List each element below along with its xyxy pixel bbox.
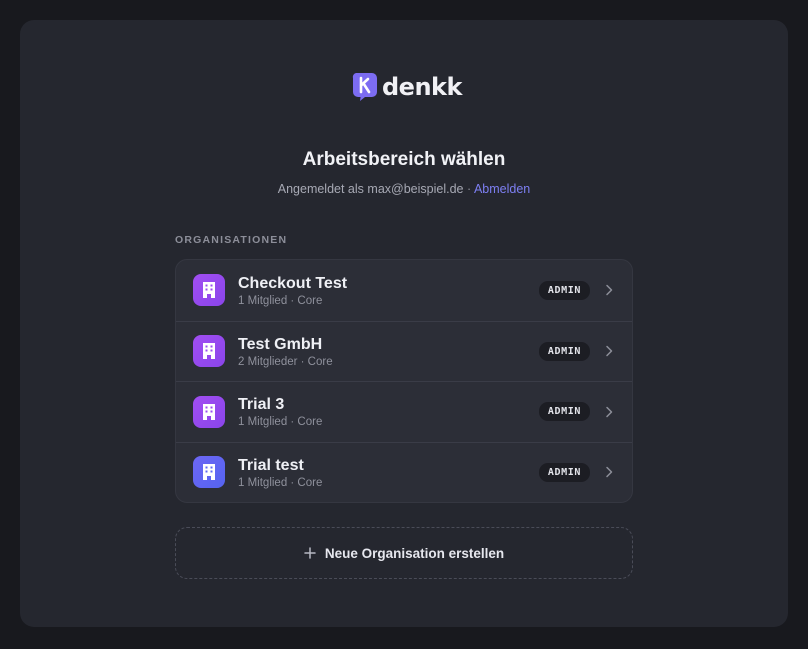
building-icon — [203, 343, 215, 360]
signed-in-info: Angemeldet als max@beispiel.de · Abmelde… — [20, 182, 788, 196]
signed-in-prefix: Angemeldet als — [277, 182, 364, 196]
brand-logo: denkk — [352, 72, 462, 102]
organization-avatar — [193, 456, 225, 489]
organization-row[interactable]: Test GmbH 2 Mitglieder · Core ADMIN — [176, 320, 632, 382]
separator: · — [466, 182, 472, 196]
organization-list: Checkout Test 1 Mitglied · Core ADMIN Te… — [175, 259, 633, 503]
organization-row[interactable]: Checkout Test 1 Mitglied · Core ADMIN — [176, 260, 632, 321]
organization-avatar — [193, 395, 225, 428]
role-badge: ADMIN — [538, 280, 590, 300]
organization-meta: 1 Mitglied · Core — [238, 476, 323, 489]
organization-name: Checkout Test — [238, 274, 348, 292]
section-label-organizations: ORGANISATIONEN — [175, 234, 288, 246]
page-title: Arbeitsbereich wählen — [302, 149, 506, 170]
role-badge: ADMIN — [538, 341, 590, 361]
organization-avatar — [193, 274, 225, 307]
user-email: max@beispiel.de — [367, 182, 464, 196]
chevron-right-icon — [606, 285, 613, 296]
organization-meta: 1 Mitglied · Core — [238, 416, 323, 429]
building-icon — [203, 403, 215, 420]
create-organization-button[interactable]: Neue Organisation erstellen — [175, 527, 633, 579]
plus-icon — [304, 547, 316, 559]
organization-meta: 2 Mitglieder · Core — [238, 355, 333, 368]
organization-row[interactable]: Trial 3 1 Mitglied · Core ADMIN — [176, 381, 632, 442]
chevron-right-icon — [606, 467, 613, 478]
chevron-right-icon — [606, 346, 613, 357]
role-badge: ADMIN — [538, 462, 590, 482]
organization-row[interactable]: Trial test 1 Mitglied · Core ADMIN — [176, 441, 632, 503]
denkk-logo-icon — [352, 73, 377, 101]
building-icon — [203, 464, 215, 481]
logout-link[interactable]: Abmelden — [474, 182, 530, 196]
organization-avatar — [193, 335, 225, 368]
organization-name: Trial test — [238, 456, 304, 474]
organization-name: Trial 3 — [238, 396, 285, 414]
organization-meta: 1 Mitglied · Core — [238, 294, 323, 307]
organization-name: Test GmbH — [238, 335, 323, 353]
chevron-right-icon — [606, 406, 613, 417]
role-badge: ADMIN — [538, 402, 590, 422]
brand-name: denkk — [382, 73, 462, 101]
building-icon — [203, 282, 215, 299]
workspace-picker-card: denkk Arbeitsbereich wählen Angemeldet a… — [20, 20, 788, 627]
create-organization-label: Neue Organisation erstellen — [324, 545, 505, 561]
